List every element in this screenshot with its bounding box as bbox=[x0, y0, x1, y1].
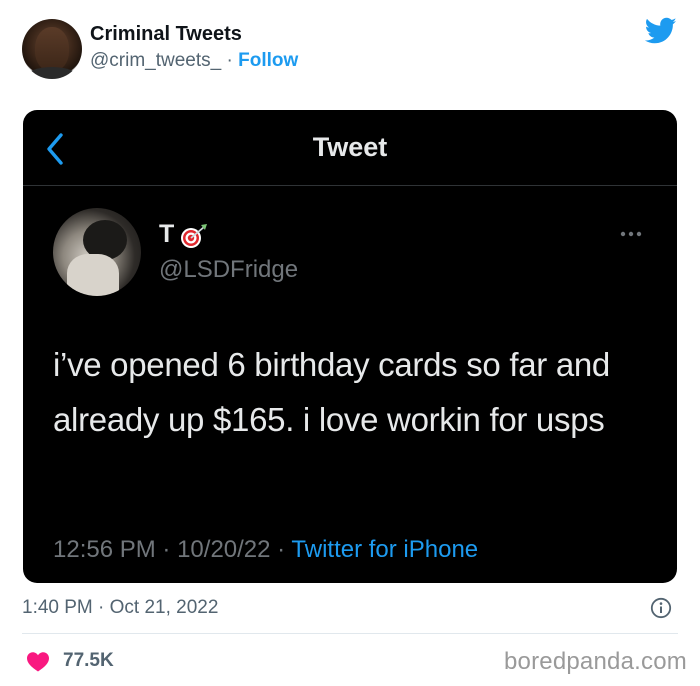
author-handle[interactable]: @crim_tweets_ bbox=[90, 50, 221, 71]
meta-separator: · bbox=[277, 536, 286, 563]
footer-divider bbox=[22, 633, 678, 634]
avatar-face bbox=[35, 27, 69, 71]
tweet-date: 10/20/22 bbox=[177, 536, 271, 563]
info-icon[interactable] bbox=[650, 597, 672, 619]
avatar-shirt bbox=[67, 254, 119, 296]
tweet-source-link[interactable]: Twitter for iPhone bbox=[291, 536, 478, 563]
heart-icon[interactable] bbox=[26, 651, 50, 672]
tweet-user-name[interactable]: T bbox=[159, 220, 174, 249]
screen-title: Tweet bbox=[312, 132, 388, 162]
tweet-time: 12:56 PM bbox=[53, 536, 156, 563]
author-display-name[interactable]: Criminal Tweets bbox=[90, 23, 242, 46]
author-avatar[interactable] bbox=[22, 19, 82, 79]
avatar-body bbox=[26, 67, 78, 79]
embed-timestamp[interactable]: 1:40 PM · Oct 21, 2022 bbox=[22, 597, 218, 619]
tweet-screenshot: Tweet T @LSDFridge i’ve opened 6 birthda… bbox=[23, 110, 677, 583]
tweet-meta: 12:56 PM · 10/20/22 · Twitter for iPhone bbox=[53, 536, 478, 564]
like-count[interactable]: 77.5K bbox=[63, 650, 114, 672]
tweet-text: i’ve opened 6 birthday cards so far and … bbox=[53, 346, 610, 438]
meta-separator: · bbox=[162, 536, 171, 563]
tweet-user-avatar[interactable] bbox=[53, 208, 141, 296]
author-handle-line: @crim_tweets_ · Follow bbox=[90, 50, 298, 72]
follow-link[interactable]: Follow bbox=[238, 50, 298, 71]
embed-header: Criminal Tweets @crim_tweets_ · Follow bbox=[0, 0, 700, 100]
target-dart-icon bbox=[181, 224, 207, 248]
more-options-icon[interactable] bbox=[619, 230, 643, 238]
handle-separator: · bbox=[226, 50, 233, 71]
watermark: boredpanda.com bbox=[504, 648, 687, 675]
tweet-user-handle[interactable]: @LSDFridge bbox=[159, 256, 298, 284]
twitter-bird-icon[interactable] bbox=[645, 17, 677, 45]
title-divider bbox=[23, 185, 677, 186]
